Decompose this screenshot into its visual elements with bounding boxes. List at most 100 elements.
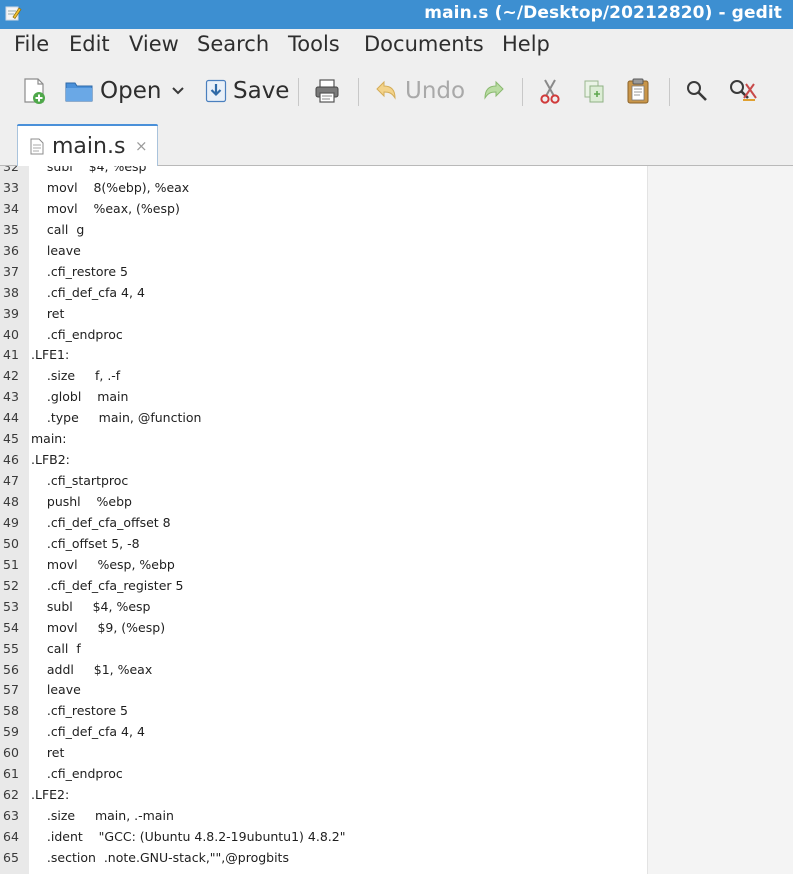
line-text[interactable]: .ident "GCC: (Ubuntu 4.8.2-19ubuntu1) 4.… <box>31 829 346 844</box>
open-button[interactable]: Open <box>64 73 161 109</box>
line-number: 37 <box>3 263 19 279</box>
text-editor[interactable]: 32 subl $4, %esp 33 movl 8(%ebp), %eax 3… <box>0 166 793 874</box>
line-text[interactable]: movl 8(%ebp), %eax <box>31 180 189 195</box>
undo-icon <box>376 80 396 100</box>
line-text[interactable]: .cfi_offset 5, -8 <box>31 536 140 551</box>
line-text[interactable]: .cfi_endproc <box>31 327 123 342</box>
line-text[interactable]: .LFE2: <box>31 787 69 802</box>
line-text[interactable]: .cfi_def_cfa_register 5 <box>31 578 184 593</box>
print-button[interactable] <box>313 73 341 109</box>
menu-help[interactable]: Help <box>502 32 550 56</box>
copy-button[interactable] <box>582 73 606 109</box>
code-lines: 32 subl $4, %esp 33 movl 8(%ebp), %eax 3… <box>0 166 647 868</box>
line-number: 59 <box>3 724 19 740</box>
line-number: 40 <box>3 326 19 342</box>
line-number: 32 <box>3 166 19 174</box>
line-number: 55 <box>3 640 19 656</box>
line-text[interactable]: ret <box>31 306 64 321</box>
line-text[interactable]: .section .note.GNU-stack,"",@progbits <box>31 850 289 865</box>
code-line: 52 .cfi_def_cfa_register 5 <box>0 575 647 596</box>
line-number: 56 <box>3 661 19 677</box>
save-button[interactable]: Save <box>205 73 289 109</box>
line-text[interactable]: .size f, .-f <box>31 368 120 383</box>
line-text[interactable]: subl $4, %esp <box>31 166 147 174</box>
line-number: 45 <box>3 431 19 447</box>
line-text[interactable]: .cfi_endproc <box>31 766 123 781</box>
line-number: 38 <box>3 284 19 300</box>
new-document-icon <box>24 78 45 104</box>
line-number: 41 <box>3 347 19 363</box>
title-bar[interactable]: main.s (~/Desktop/20212820) - gedit <box>0 0 793 29</box>
line-text[interactable]: .type main, @function <box>31 410 202 425</box>
folder-icon <box>65 82 93 102</box>
cut-button[interactable] <box>538 73 562 109</box>
line-number: 63 <box>3 808 19 824</box>
menu-edit[interactable]: Edit <box>69 32 110 56</box>
line-number: 64 <box>3 829 19 844</box>
code-line: 44 .type main, @function <box>0 407 647 428</box>
line-number: 34 <box>3 200 19 216</box>
line-text[interactable]: call g <box>31 222 84 237</box>
line-text[interactable]: ret <box>31 745 64 760</box>
new-document-button[interactable] <box>22 73 48 109</box>
code-line: 36 leave <box>0 240 647 261</box>
line-number: 43 <box>3 389 19 405</box>
line-number: 35 <box>3 221 19 237</box>
line-text[interactable]: .size main, .-main <box>31 808 174 823</box>
line-number: 50 <box>3 535 19 551</box>
line-text[interactable]: pushl %ebp <box>31 494 132 509</box>
code-line: 59 .cfi_def_cfa 4, 4 <box>0 721 647 742</box>
paste-button[interactable] <box>625 73 651 109</box>
code-line: 58 .cfi_restore 5 <box>0 700 647 721</box>
chevron-down-icon <box>172 87 184 95</box>
line-text[interactable]: subl $4, %esp <box>31 599 151 614</box>
code-line: 46 .LFB2: <box>0 449 647 470</box>
toolbar-separator <box>298 78 299 106</box>
line-text[interactable]: addl $1, %eax <box>31 662 152 677</box>
line-text[interactable]: leave <box>31 682 81 697</box>
window-title: main.s (~/Desktop/20212820) - gedit <box>424 3 782 23</box>
line-text[interactable]: movl $9, (%esp) <box>31 620 165 635</box>
redo-button[interactable] <box>481 73 507 109</box>
code-line: 54 movl $9, (%esp) <box>0 617 647 638</box>
toolbar-separator <box>358 78 359 106</box>
line-number: 62 <box>3 787 19 803</box>
line-number: 51 <box>3 556 19 572</box>
code-line: 40 .cfi_endproc <box>0 324 647 345</box>
find-replace-button[interactable] <box>728 73 758 109</box>
line-text[interactable]: .cfi_def_cfa 4, 4 <box>31 724 145 739</box>
undo-button[interactable]: Undo <box>373 73 465 109</box>
code-line: 60 ret <box>0 742 647 763</box>
menu-bar: File Edit View Search Tools Documents He… <box>0 29 793 63</box>
menu-view[interactable]: View <box>129 32 179 56</box>
tab-main-s[interactable]: main.s × <box>17 124 158 166</box>
menu-tools[interactable]: Tools <box>288 32 340 56</box>
line-text[interactable]: .cfi_startproc <box>31 473 128 488</box>
line-text[interactable]: .globl main <box>31 389 129 404</box>
line-text[interactable]: .cfi_restore 5 <box>31 703 128 718</box>
code-line: 53 subl $4, %esp <box>0 596 647 617</box>
line-text[interactable]: .cfi_restore 5 <box>31 264 128 279</box>
toolbar: Open Save Undo <box>0 63 793 120</box>
line-text[interactable]: .LFB2: <box>31 452 70 467</box>
code-line: 32 subl $4, %esp <box>0 166 647 177</box>
close-icon[interactable]: × <box>135 137 148 155</box>
menu-documents[interactable]: Documents <box>364 32 484 56</box>
menu-search[interactable]: Search <box>197 32 269 56</box>
line-text[interactable]: movl %eax, (%esp) <box>31 201 180 216</box>
find-button[interactable] <box>685 73 709 109</box>
line-text[interactable]: .cfi_def_cfa 4, 4 <box>31 285 145 300</box>
line-text[interactable]: call f <box>31 641 81 656</box>
line-text[interactable]: main: <box>31 431 66 446</box>
tab-label: main.s <box>52 134 126 159</box>
line-text[interactable]: .LFE1: <box>31 347 69 362</box>
copy-icon <box>584 80 604 103</box>
line-text[interactable]: .cfi_def_cfa_offset 8 <box>31 515 171 530</box>
open-dropdown-button[interactable] <box>171 73 185 109</box>
tab-active-indicator <box>17 124 158 126</box>
line-text[interactable]: leave <box>31 243 81 258</box>
line-text[interactable]: movl %esp, %ebp <box>31 557 175 572</box>
menu-file[interactable]: File <box>14 32 49 56</box>
code-line: 47 .cfi_startproc <box>0 470 647 491</box>
cut-icon <box>540 79 560 104</box>
